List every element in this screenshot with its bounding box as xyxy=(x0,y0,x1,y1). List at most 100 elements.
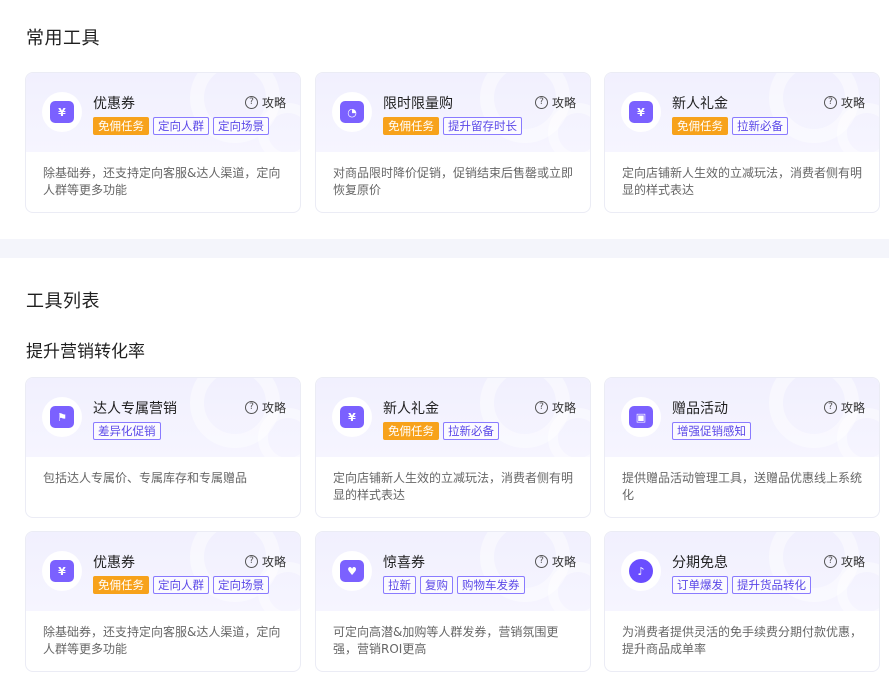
subsection-title-improve-conversion: 提升营销转化率 xyxy=(26,342,145,362)
tag: 提升留存时长 xyxy=(443,117,522,135)
guide-link[interactable]: ? 攻略 xyxy=(823,399,865,416)
tag: 差异化促销 xyxy=(93,422,161,440)
tag: 拉新必备 xyxy=(443,422,499,440)
tag: 免佣任务 xyxy=(93,576,149,594)
card-title: 新人礼金 xyxy=(383,401,439,417)
tool-card[interactable]: ♪ 分期免息 ? 攻略 订单爆发 提升货品转化 为消费者提供灵活的免手续费分期付款… xyxy=(604,531,880,672)
guide-label: 攻略 xyxy=(551,401,576,415)
card-description: 除基础券，还支持定向客服&达人渠道，定向人群等更多功能 xyxy=(43,625,281,656)
guide-link[interactable]: ? 攻略 xyxy=(823,94,865,111)
card-header: ◔ 限时限量购 ? 攻略 免佣任务 提升留存时长 xyxy=(316,73,590,152)
card-header: ¥ 新人礼金 ? 攻略 免佣任务 拉新必备 xyxy=(316,378,590,457)
card-title: 优惠券 xyxy=(93,96,135,112)
guide-label: 攻略 xyxy=(261,96,286,110)
tag: 增强促销感知 xyxy=(672,422,751,440)
tag: 免佣任务 xyxy=(383,117,439,135)
card-header: ▣ 赠品活动 ? 攻略 增强促销感知 xyxy=(605,378,879,457)
card-description: 可定向高潜&加购等人群发券，营销氛围更强，营销ROI更高 xyxy=(333,625,559,656)
tiktok-logo-icon: ♪ xyxy=(621,551,661,591)
guide-link[interactable]: ? 攻略 xyxy=(534,94,576,111)
ticket-icon: ¥ xyxy=(42,92,82,132)
guide-link[interactable]: ? 攻略 xyxy=(823,553,865,570)
tag: 定向场景 xyxy=(213,576,269,594)
flag-icon: ⚑ xyxy=(42,397,82,437)
heart-ticket-icon: ♥ xyxy=(332,551,372,591)
guide-link[interactable]: ? 攻略 xyxy=(244,553,286,570)
question-circle-icon: ? xyxy=(244,96,258,109)
card-header: ¥ 优惠券 ? 攻略 免佣任务 定向人群 定向场景 xyxy=(26,532,300,611)
tool-card[interactable]: ⚑ 达人专属营销 ? 攻略 差异化促销 包括达人专属价、专属库存和专属赠品 xyxy=(25,377,301,518)
tag-list: 免佣任务 提升留存时长 xyxy=(383,117,522,135)
question-circle-icon: ? xyxy=(823,555,837,568)
tool-card[interactable]: ¥ 优惠券 ? 攻略 免佣任务 定向人群 定向场景 除基础券，还支持定向客服&达人渠… xyxy=(25,72,301,213)
tool-card[interactable]: ¥ 新人礼金 ? 攻略 免佣任务 拉新必备 定向店铺新人生效的立减玩法，消费者侧有… xyxy=(315,377,591,518)
card-header: ⚑ 达人专属营销 ? 攻略 差异化促销 xyxy=(26,378,300,457)
guide-label: 攻略 xyxy=(840,96,865,110)
section-title-common-tools: 常用工具 xyxy=(26,28,100,49)
question-circle-icon: ? xyxy=(534,555,548,568)
question-circle-icon: ? xyxy=(534,96,548,109)
tag-list: 免佣任务 拉新必备 xyxy=(672,117,788,135)
card-description: 定向店铺新人生效的立减玩法，消费者侧有明显的样式表达 xyxy=(622,166,863,197)
card-header: ♥ 惊喜券 ? 攻略 拉新 复购 购物车发券 xyxy=(316,532,590,611)
section-divider xyxy=(0,239,889,258)
tag: 购物车发券 xyxy=(457,576,525,594)
tag: 免佣任务 xyxy=(383,422,439,440)
question-circle-icon: ? xyxy=(244,555,258,568)
guide-label: 攻略 xyxy=(551,96,576,110)
tag: 定向人群 xyxy=(153,576,209,594)
card-title: 达人专属营销 xyxy=(93,401,177,417)
question-circle-icon: ? xyxy=(823,401,837,414)
card-title: 优惠券 xyxy=(93,555,135,571)
question-circle-icon: ? xyxy=(244,401,258,414)
card-header: ♪ 分期免息 ? 攻略 订单爆发 提升货品转化 xyxy=(605,532,879,611)
tool-card[interactable]: ▣ 赠品活动 ? 攻略 增强促销感知 提供赠品活动管理工具，送赠品优惠线上系统化 xyxy=(604,377,880,518)
question-circle-icon: ? xyxy=(534,401,548,414)
tag: 拉新 xyxy=(383,576,416,594)
tag: 拉新必备 xyxy=(732,117,788,135)
tag: 免佣任务 xyxy=(93,117,149,135)
guide-label: 攻略 xyxy=(840,555,865,569)
tag-list: 免佣任务 定向人群 定向场景 xyxy=(93,576,269,594)
guide-link[interactable]: ? 攻略 xyxy=(244,94,286,111)
guide-link[interactable]: ? 攻略 xyxy=(244,399,286,416)
card-description: 提供赠品活动管理工具，送赠品优惠线上系统化 xyxy=(622,471,863,502)
guide-label: 攻略 xyxy=(551,555,576,569)
question-circle-icon: ? xyxy=(823,96,837,109)
red-packet-icon: ¥ xyxy=(332,397,372,437)
card-description: 对商品限时降价促销，促销结束后售罄或立即恢复原价 xyxy=(333,166,574,197)
card-title: 赠品活动 xyxy=(672,401,728,417)
tag-list: 拉新 复购 购物车发券 xyxy=(383,576,525,594)
tool-card[interactable]: ¥ 优惠券 ? 攻略 免佣任务 定向人群 定向场景 除基础券，还支持定向客服&达人渠… xyxy=(25,531,301,672)
card-title: 新人礼金 xyxy=(672,96,728,112)
card-description: 除基础券，还支持定向客服&达人渠道，定向人群等更多功能 xyxy=(43,166,281,197)
tag: 复购 xyxy=(420,576,453,594)
card-title: 惊喜券 xyxy=(383,555,425,571)
tag: 定向场景 xyxy=(213,117,269,135)
card-description: 包括达人专属价、专属库存和专属赠品 xyxy=(43,471,248,485)
card-header: ¥ 优惠券 ? 攻略 免佣任务 定向人群 定向场景 xyxy=(26,73,300,152)
tag: 订单爆发 xyxy=(672,576,728,594)
tag-list: 免佣任务 拉新必备 xyxy=(383,422,499,440)
guide-label: 攻略 xyxy=(261,555,286,569)
tag: 提升货品转化 xyxy=(732,576,811,594)
shopping-bag-clock-icon: ◔ xyxy=(332,92,372,132)
tool-card[interactable]: ◔ 限时限量购 ? 攻略 免佣任务 提升留存时长 对商品限时降价促销，促销结束后售… xyxy=(315,72,591,213)
tag-list: 订单爆发 提升货品转化 xyxy=(672,576,811,594)
ticket-icon: ¥ xyxy=(42,551,82,591)
card-description: 定向店铺新人生效的立减玩法，消费者侧有明显的样式表达 xyxy=(333,471,574,502)
red-packet-icon: ¥ xyxy=(621,92,661,132)
card-header: ¥ 新人礼金 ? 攻略 免佣任务 拉新必备 xyxy=(605,73,879,152)
card-title: 限时限量购 xyxy=(383,96,453,112)
tool-card[interactable]: ♥ 惊喜券 ? 攻略 拉新 复购 购物车发券 可定向高潜&加购等人群发券，营销氛围更… xyxy=(315,531,591,672)
tag-list: 免佣任务 定向人群 定向场景 xyxy=(93,117,269,135)
tool-card[interactable]: ¥ 新人礼金 ? 攻略 免佣任务 拉新必备 定向店铺新人生效的立减玩法，消费者侧有… xyxy=(604,72,880,213)
tag-list: 增强促销感知 xyxy=(672,422,751,440)
guide-link[interactable]: ? 攻略 xyxy=(534,399,576,416)
section-title-tool-list: 工具列表 xyxy=(26,291,100,312)
card-description: 为消费者提供灵活的免手续费分期付款优惠，提升商品成单率 xyxy=(622,625,863,656)
guide-label: 攻略 xyxy=(840,401,865,415)
tag-list: 差异化促销 xyxy=(93,422,161,440)
card-title: 分期免息 xyxy=(672,555,728,571)
guide-link[interactable]: ? 攻略 xyxy=(534,553,576,570)
